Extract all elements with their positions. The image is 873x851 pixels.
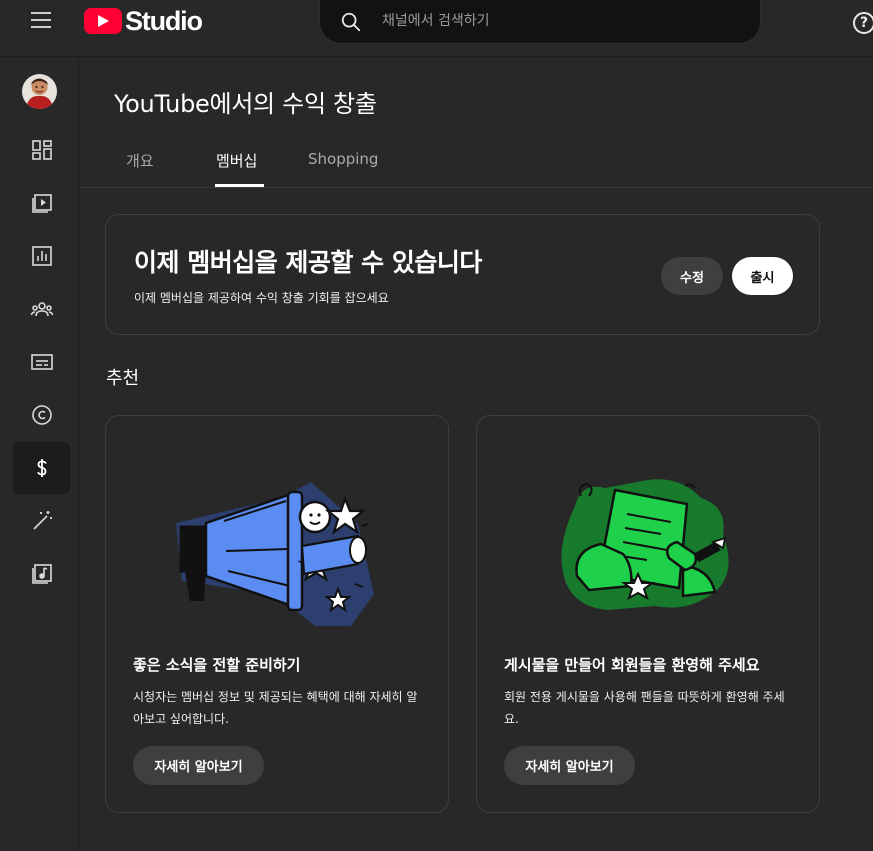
- card-description: 회원 전용 게시물을 사용해 팬들을 따뜻하게 환영해 주세요.: [504, 690, 785, 726]
- content-icon: [31, 194, 52, 213]
- search-bar: [319, 0, 761, 44]
- recommendations-heading: 추천: [106, 368, 140, 389]
- main-content: YouTube에서의 수익 창출 개요 멤버십 Shopping 이제 멤버십을…: [80, 58, 873, 851]
- sidebar-item-analytics[interactable]: [13, 230, 70, 282]
- tab-bar: YouTube에서의 수익 창출 개요 멤버십 Shopping: [80, 58, 873, 188]
- search-icon[interactable]: [340, 11, 362, 33]
- copyright-icon: [31, 405, 52, 425]
- learn-more-button[interactable]: 자세히 알아보기: [133, 746, 264, 785]
- post-writing-illustration: [561, 479, 729, 610]
- promo-title: 이제 멤버십을 제공할 수 있습니다: [134, 248, 482, 277]
- edit-button[interactable]: 수정: [661, 257, 723, 295]
- card-title: 좋은 소식을 전할 준비하기: [133, 656, 301, 674]
- help-icon[interactable]: ?: [853, 12, 873, 34]
- card-description: 시청자는 멤버십 정보 및 제공되는 혜택에 대해 자세히 알아보고 싶어합니다…: [133, 690, 418, 726]
- sidebar-item-audio-library[interactable]: [13, 548, 70, 600]
- sidebar-item-copyright[interactable]: [13, 389, 70, 441]
- page-title: YouTube에서의 수익 창출: [114, 90, 377, 118]
- sidebar-item-content[interactable]: [13, 177, 70, 229]
- analytics-icon: [31, 246, 52, 266]
- sidebar-item-dashboard[interactable]: [13, 124, 70, 176]
- learn-more-button[interactable]: 자세히 알아보기: [504, 746, 635, 785]
- membership-promo-card: 이제 멤버십을 제공할 수 있습니다 이제 멤버십을 제공하여 수익 창출 기회…: [105, 214, 820, 335]
- hamburger-menu-icon[interactable]: [31, 12, 53, 32]
- customization-icon: [32, 511, 52, 530]
- sidebar-item-customization[interactable]: [13, 495, 70, 547]
- card-title: 게시물을 만들어 회원들을 환영해 주세요: [504, 656, 760, 674]
- sidebar-item-earn[interactable]: [13, 442, 70, 494]
- tab-overview[interactable]: 개요: [126, 150, 154, 171]
- logo-text: Studio: [125, 5, 203, 36]
- search-input[interactable]: [382, 8, 742, 34]
- earn-icon: [36, 459, 47, 477]
- top-bar: Studio ?: [0, 0, 873, 57]
- sidebar-item-subtitles[interactable]: [13, 336, 70, 388]
- launch-button[interactable]: 출시: [732, 257, 793, 295]
- recommendation-card: 게시물을 만들어 회원들을 환영해 주세요 회원 전용 게시물을 사용해 팬들을…: [476, 415, 820, 813]
- active-tab-indicator: [215, 184, 264, 187]
- dashboard-icon: [31, 140, 52, 160]
- tab-shopping[interactable]: Shopping: [308, 150, 378, 168]
- studio-logo[interactable]: Studio: [84, 5, 203, 36]
- community-icon: [30, 302, 53, 317]
- sidebar: [0, 58, 79, 851]
- recommendation-card: 좋은 소식을 전할 준비하기 시청자는 멤버십 정보 및 제공되는 혜택에 대해…: [105, 415, 449, 813]
- promo-subtitle: 이제 멤버십을 제공하여 수익 창출 기회를 잡으세요: [134, 291, 389, 305]
- avatar[interactable]: [22, 74, 57, 109]
- tab-memberships[interactable]: 멤버십: [216, 150, 257, 171]
- subtitles-icon: [30, 354, 53, 370]
- youtube-play-logo-icon: [84, 8, 122, 34]
- audio-library-icon: [31, 564, 52, 584]
- sidebar-item-community[interactable]: [13, 283, 70, 335]
- megaphone-illustration: [176, 482, 374, 626]
